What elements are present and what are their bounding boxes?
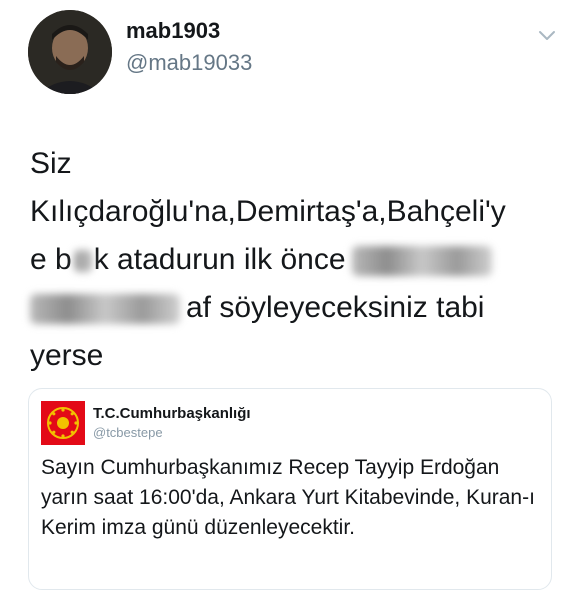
quoted-display-name[interactable]: T.C.Cumhurbaşkanlığı <box>93 405 251 422</box>
tweet-line: yerse <box>30 339 104 372</box>
quoted-tweet-text: Sayın Cumhurbaşkanımız Recep Tayyip Erdo… <box>41 456 535 539</box>
presidential-seal-icon <box>41 401 85 445</box>
censored-blur <box>73 250 92 273</box>
quoted-handle[interactable]: @tcbestepe <box>93 425 163 440</box>
user-avatar[interactable] <box>28 10 112 94</box>
censored-blur <box>30 294 180 325</box>
tweet-line: e b k atadurun ilk önce <box>30 236 560 284</box>
quoted-avatar[interactable] <box>41 401 85 445</box>
author-handle[interactable]: @mab19033 <box>126 50 252 76</box>
chevron-down-icon <box>539 31 555 40</box>
tweet-text: Siz Kılıçdaroğlu'na,Demirtaş'a,Bahçeli'y… <box>30 140 560 380</box>
tweet-line: Siz <box>30 147 72 180</box>
author-display-name[interactable]: mab1903 <box>126 18 220 44</box>
user-avatar-icon <box>28 10 112 94</box>
tweet-header: mab1903 @mab19033 <box>28 10 558 94</box>
quoted-tweet[interactable]: T.C.Cumhurbaşkanlığı @tcbestepe Sayın Cu… <box>28 388 552 590</box>
censored-blur <box>351 246 492 277</box>
tweet-text-fragment: e b <box>30 243 72 276</box>
tweet-line: af söyleyeceksiniz tabi <box>30 284 560 332</box>
tweet-line: Kılıçdaroğlu'na,Demirtaş'a,Bahçeli'y <box>30 195 506 228</box>
quoted-tweet-header: T.C.Cumhurbaşkanlığı @tcbestepe <box>41 401 521 447</box>
tweet-card: mab1903 @mab19033 Siz Kılıçdaroğlu'na,De… <box>0 0 578 600</box>
tweet-menu-button[interactable] <box>536 24 558 46</box>
tweet-text-fragment: af söyleyeceksiniz tabi <box>186 291 485 324</box>
tweet-text-fragment: k atadurun ilk önce <box>93 243 346 276</box>
